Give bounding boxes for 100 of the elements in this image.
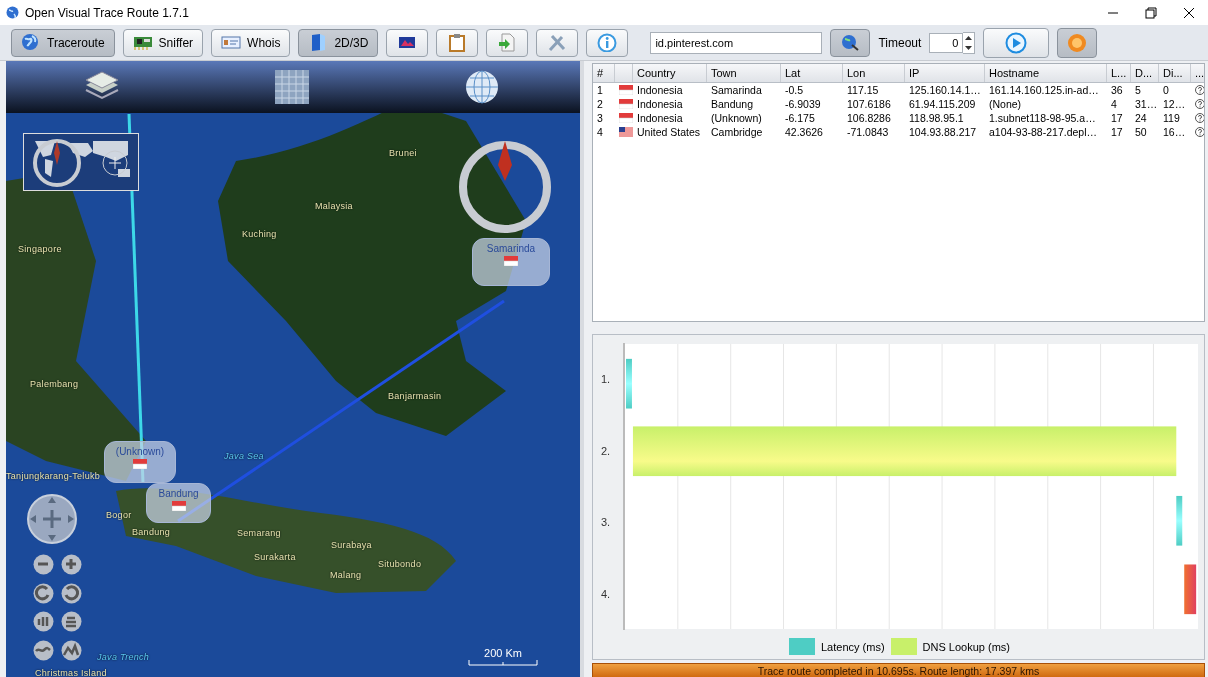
- status-message: Trace route completed in 10.695s. Route length: 17.397 kms: [757, 665, 1040, 677]
- sniffer-button[interactable]: Sniffer: [122, 28, 204, 57]
- column-header[interactable]: D...: [1131, 64, 1159, 82]
- tools-button[interactable]: [536, 28, 579, 57]
- host-field[interactable]: id.pinterest.com: [650, 31, 823, 54]
- help-icon[interactable]: [1195, 113, 1204, 123]
- stack-icon[interactable]: [61, 611, 82, 632]
- whois-button[interactable]: Whois: [211, 28, 291, 57]
- indonesia-flag-icon: [619, 113, 633, 123]
- view-toggle-button[interactable]: 2D/3D: [298, 28, 379, 57]
- help-icon[interactable]: [1195, 99, 1204, 109]
- table-cell-text: -71.0843: [846, 126, 890, 138]
- place-label: Surabaya: [331, 540, 372, 550]
- table-cell-text: 118.98.95.1: [908, 112, 965, 124]
- zoom-in-icon[interactable]: [61, 554, 82, 575]
- traceroute-button[interactable]: Traceroute: [11, 28, 115, 57]
- place-label: Malang: [330, 570, 362, 580]
- place-label: Kuching: [242, 229, 277, 239]
- table-cell-text: 0: [1162, 84, 1170, 96]
- place-label: Surakarta: [254, 552, 296, 562]
- rotate-right-icon[interactable]: [33, 582, 54, 604]
- resolve-button[interactable]: [830, 28, 871, 57]
- table-cell: Indonesia: [615, 84, 707, 96]
- compass-icon[interactable]: [457, 139, 553, 235]
- wave-icon[interactable]: [33, 639, 54, 661]
- column-header[interactable]: Hostname: [985, 64, 1107, 82]
- help-icon[interactable]: [1195, 127, 1204, 137]
- world-overview-minimap[interactable]: [23, 133, 139, 191]
- latency-bar: [1184, 564, 1196, 615]
- document-arrow-button[interactable]: [486, 28, 529, 57]
- scale-label: 200 Km: [484, 647, 522, 659]
- window-title: Open Visual Trace Route 1.7.1: [25, 5, 189, 20]
- hop-number: 2.: [601, 444, 612, 457]
- hop-bubble[interactable]: Bandung: [146, 483, 211, 523]
- timeout-field[interactable]: 0: [929, 32, 964, 53]
- column-header[interactable]: #: [593, 64, 615, 82]
- table-cell-text: 1: [596, 84, 604, 96]
- close-icon[interactable]: [1183, 6, 1195, 19]
- us-flag-icon: [619, 127, 633, 137]
- bars-icon[interactable]: [33, 611, 54, 632]
- picture-button[interactable]: [386, 28, 429, 57]
- table-cell-text: 117.15: [846, 84, 880, 96]
- table-cell-text: 3: [596, 112, 604, 124]
- table-cell-text: 16…: [1162, 126, 1187, 138]
- place-label: Bandung: [132, 527, 171, 537]
- help-icon[interactable]: [1195, 85, 1204, 95]
- column-header[interactable]: Lat: [781, 64, 843, 82]
- hop-number: 4.: [601, 588, 612, 601]
- timeout-label: Timeout: [878, 35, 922, 50]
- zoom-out-icon[interactable]: [33, 554, 54, 575]
- table-cell-text: 1.subnet118-98-95.a…: [988, 112, 1097, 124]
- globe-icon: [21, 33, 41, 52]
- indonesia-flag-icon: [133, 459, 147, 469]
- table-cell-text: (None): [988, 98, 1023, 110]
- table-cell-text: 5: [1134, 84, 1142, 96]
- table-cell-text: 161.14.160.125.in-ad…: [988, 84, 1100, 96]
- place-label: Tanjungkarang-Telukb: [6, 471, 101, 481]
- hop-bubble[interactable]: Samarinda: [472, 238, 550, 286]
- indonesia-flag-icon: [619, 99, 633, 109]
- info-icon: [597, 33, 618, 52]
- info-button[interactable]: [586, 28, 629, 57]
- column-header[interactable]: Lon: [843, 64, 905, 82]
- table-cell-text: Bandung: [710, 98, 755, 110]
- restore-icon[interactable]: [1145, 6, 1157, 19]
- table-cell-text: 50: [1134, 126, 1148, 138]
- start-button[interactable]: [983, 27, 1050, 58]
- table-cell: Indonesia: [615, 112, 707, 124]
- table-cell-text: 31…: [1134, 98, 1159, 110]
- column-header[interactable]: IP: [905, 64, 985, 82]
- table-cell: Indonesia: [615, 98, 707, 110]
- column-header[interactable]: ...: [1191, 64, 1204, 82]
- indonesia-flag-icon: [504, 256, 518, 266]
- clipboard-button[interactable]: [436, 28, 479, 57]
- disc-icon: [1067, 32, 1088, 53]
- table-cell-text: 119: [1162, 112, 1181, 124]
- hop-number: 1.: [601, 372, 612, 385]
- table-cell-text: 12…: [1162, 98, 1187, 110]
- column-header[interactable]: Di...: [1159, 64, 1191, 82]
- id-card-icon: [221, 33, 242, 52]
- column-header[interactable]: Town: [707, 64, 781, 82]
- pan-control-icon[interactable]: [27, 494, 77, 544]
- place-label: Banjarmasin: [388, 391, 442, 401]
- table-cell-text: 61.94.115.209: [908, 98, 977, 110]
- table-cell-text: 106.8286: [846, 112, 892, 124]
- table-cell-text: 104.93.88.217: [908, 126, 978, 138]
- hop-bubble[interactable]: (Unknown): [104, 441, 176, 483]
- place-label: Palembang: [30, 379, 79, 389]
- stop-button[interactable]: [1057, 27, 1098, 58]
- table-cell-text: 36: [1110, 84, 1124, 96]
- place-label: Christmas Island: [35, 668, 107, 677]
- globe-icon[interactable]: [464, 69, 500, 105]
- hop-label: Samarinda: [486, 243, 536, 254]
- table-cell-text: 24: [1134, 112, 1148, 124]
- rotate-left-icon[interactable]: [61, 582, 82, 604]
- column-header[interactable]: L...: [1107, 64, 1131, 82]
- grid-icon[interactable]: [274, 69, 310, 105]
- table-cell-text: a104-93-88-217.depl…: [988, 126, 1098, 138]
- table-cell-text: (Unknown): [710, 112, 763, 124]
- play-icon: [1005, 31, 1028, 54]
- terrain-icon[interactable]: [61, 639, 82, 661]
